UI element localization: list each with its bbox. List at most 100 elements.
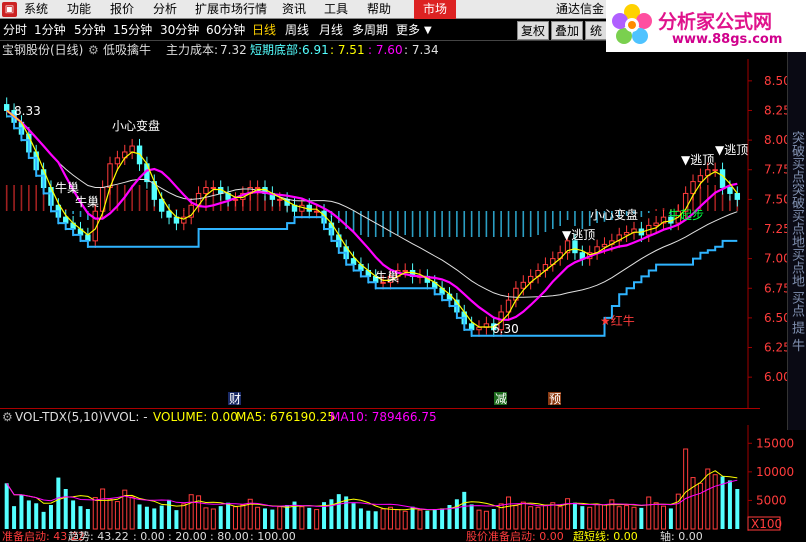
candle-body	[313, 210, 320, 213]
volume-bar	[262, 508, 267, 529]
volume-bar	[425, 510, 430, 529]
price-chart[interactable]: 8.508.258.007.757.507.257.006.756.506.25…	[0, 59, 806, 409]
volume-bar	[661, 505, 667, 530]
volume-bar	[34, 503, 39, 529]
vvol-value: VVOL: -	[103, 410, 148, 424]
candle-body	[572, 240, 578, 254]
volume-bar	[203, 507, 209, 530]
menu-system[interactable]: 系统	[24, 0, 48, 19]
candle-body	[3, 104, 10, 111]
menu-tools[interactable]: 工具	[324, 0, 348, 19]
period-30min[interactable]: 30分钟	[160, 20, 199, 41]
logo-brand: 分析家公式网	[658, 11, 773, 33]
period-intraday[interactable]: 分时	[3, 20, 27, 41]
menu-quote[interactable]: 报价	[110, 0, 134, 19]
volume-bar	[542, 504, 548, 530]
volume-bar	[373, 511, 378, 529]
volume-bar	[631, 506, 637, 530]
candle-body	[601, 243, 608, 248]
escape-label-3: ▼逃顶	[715, 143, 748, 157]
volume-bar	[299, 506, 305, 530]
candle-body	[203, 187, 209, 194]
marker-jian-text: 减	[495, 392, 507, 406]
candle-body	[402, 269, 408, 272]
red-bull-label: ★红牛	[600, 313, 635, 328]
status-2: 趋势: 43.22	[68, 531, 129, 542]
volume-bar	[307, 507, 312, 529]
period-5min[interactable]: 5分钟	[74, 20, 106, 41]
volume-bar	[232, 506, 238, 530]
period-weekly[interactable]: 周线	[285, 20, 309, 41]
market-button[interactable]: 市场	[414, 0, 456, 19]
menu-extended-market[interactable]: 扩展市场行情	[195, 0, 267, 19]
status-4: : 20.00	[168, 531, 207, 542]
chevron-down-icon[interactable]: ▼	[424, 20, 432, 41]
status-3: : 0.00	[133, 531, 165, 542]
volume-bar	[85, 509, 90, 529]
candle-body	[158, 198, 165, 212]
volume-bar	[114, 501, 120, 530]
volume-bar	[535, 506, 541, 530]
volume-bar	[483, 510, 489, 530]
broker-label: 通达信金	[556, 2, 605, 16]
stats-button[interactable]: 统	[585, 21, 607, 40]
volume-bar	[469, 504, 474, 529]
volume-chart[interactable]: 15000 10000 5000 X100	[0, 425, 806, 531]
period-multi[interactable]: 多周期	[352, 20, 388, 41]
period-more[interactable]: 更多	[396, 20, 420, 41]
volume-bar	[152, 508, 157, 529]
stock-name[interactable]: 宝钢股份(日线)	[2, 42, 83, 59]
candle-body	[166, 210, 172, 218]
volume-bar	[188, 494, 194, 530]
site-logo: 分析家公式网 www.88gs.com	[606, 0, 806, 52]
adjust-button[interactable]: 复权	[517, 21, 549, 40]
volume-bar	[167, 499, 172, 529]
volume-bar	[572, 502, 577, 529]
ma5-value: MA5: 676190.25	[236, 410, 335, 424]
bull-start-label: 牛起步	[668, 207, 704, 222]
period-1min[interactable]: 1分钟	[34, 20, 66, 41]
volume-bar	[210, 508, 216, 530]
volume-bar	[63, 489, 68, 529]
volume-bar	[668, 508, 673, 529]
volume-bar	[624, 505, 630, 530]
volume-bar	[513, 505, 519, 530]
status-8: 超短线: 0.00	[573, 531, 638, 542]
overlay-button[interactable]: 叠加	[551, 21, 583, 40]
volume-bar	[78, 506, 83, 529]
volume-bar	[594, 503, 600, 530]
marker-yu-text: 预	[549, 392, 561, 406]
volume-tick-label: 5000	[756, 493, 787, 507]
menu-analysis[interactable]: 分析	[153, 0, 177, 19]
volume-bar	[159, 505, 164, 529]
volume-indicator-name[interactable]: VOL-TDX(5,10)	[15, 409, 103, 426]
candle-body	[719, 169, 726, 189]
period-15min[interactable]: 15分钟	[113, 20, 152, 41]
menu-help[interactable]: 帮助	[367, 0, 391, 19]
signal-side-strip[interactable]: 突破买点突破买点地买点地 买点 提 牛	[787, 52, 806, 430]
period-monthly[interactable]: 月线	[319, 20, 343, 41]
volume-bar	[344, 496, 349, 529]
volume-bar	[432, 509, 437, 529]
menu-news[interactable]: 资讯	[282, 0, 306, 19]
volume-bar	[410, 506, 415, 529]
volume-bar	[240, 504, 246, 530]
volume-bar	[314, 509, 320, 530]
app-logo-icon[interactable]: ▣	[2, 2, 17, 17]
candle-body	[520, 281, 526, 289]
volume-bar	[506, 496, 512, 530]
menu-function[interactable]: 功能	[67, 0, 91, 19]
indicator-name[interactable]: 低吸擒牛	[103, 42, 151, 59]
period-daily[interactable]: 日线	[252, 20, 276, 41]
volume-bar	[476, 509, 482, 530]
volume-bar	[285, 505, 290, 529]
volume-bar	[270, 509, 275, 529]
volume-bar	[601, 504, 607, 530]
volume-bar	[218, 506, 223, 529]
period-60min[interactable]: 60分钟	[206, 20, 245, 41]
candle-body	[476, 326, 482, 331]
candle-body	[129, 145, 135, 153]
volume-bar	[336, 494, 341, 529]
settings-gear-icon[interactable]: ⚙	[88, 42, 99, 59]
volume-settings-icon[interactable]: ⚙	[2, 409, 13, 426]
